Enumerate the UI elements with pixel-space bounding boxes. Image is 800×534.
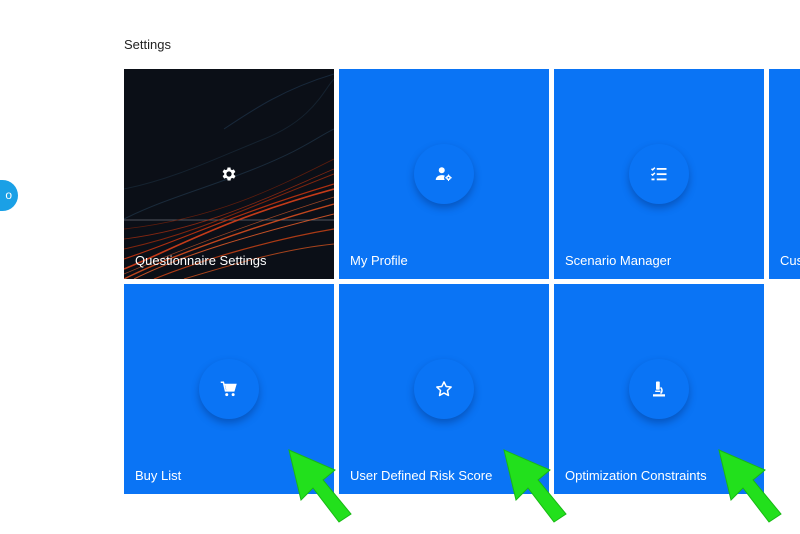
- tile-icon-circle: [414, 359, 474, 419]
- star-icon: [436, 381, 452, 397]
- tile-custom[interactable]: Cus: [769, 69, 800, 279]
- gear-icon: [222, 167, 236, 181]
- tile-label: Cus: [780, 253, 800, 268]
- side-badge[interactable]: o: [0, 180, 18, 211]
- tile-icon-circle: [414, 144, 474, 204]
- page-title: Settings: [124, 37, 171, 52]
- tile-label: Optimization Constraints: [565, 468, 707, 483]
- tile-questionnaire-settings[interactable]: Questionnaire Settings: [124, 69, 334, 279]
- tile-label: User Defined Risk Score: [350, 468, 493, 483]
- tile-label: My Profile: [350, 253, 408, 268]
- tile-icon-circle: [199, 144, 259, 204]
- tile-icon-circle: [629, 359, 689, 419]
- checklist-icon: [650, 167, 667, 181]
- user-settings-icon: [435, 167, 452, 182]
- tile-icon-circle: [629, 144, 689, 204]
- tile-label: Buy List: [135, 468, 182, 483]
- tile-my-profile[interactable]: My Profile: [339, 69, 549, 279]
- microscope-icon: [653, 381, 665, 397]
- settings-page: o Settings Questionnaire Settings My Pro…: [0, 0, 800, 534]
- pointer-arrow-icon: [288, 449, 352, 523]
- tile-icon-circle: [199, 359, 259, 419]
- cart-icon: [220, 381, 237, 397]
- tile-label: Scenario Manager: [565, 253, 672, 268]
- tile-scenario-manager[interactable]: Scenario Manager: [554, 69, 764, 279]
- tile-label: Questionnaire Settings: [135, 253, 267, 268]
- pointer-arrow-icon: [718, 449, 782, 523]
- pointer-arrow-icon: [503, 449, 567, 523]
